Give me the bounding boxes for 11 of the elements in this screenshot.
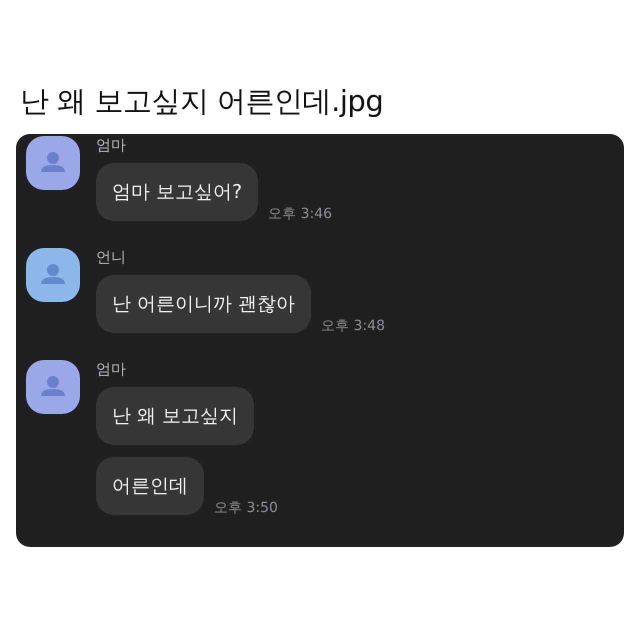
message-bubble: 엄마 보고싶어? (96, 163, 258, 221)
message-time: 오후 3:50 (214, 499, 278, 517)
message-bubble: 난 왜 보고싶지 (96, 387, 254, 445)
sender-name: 엄마 (96, 360, 127, 379)
message-time: 오후 3:48 (321, 317, 385, 335)
message-time: 오후 3:46 (268, 205, 332, 223)
sender-name: 언니 (96, 248, 127, 267)
message-bubble: 어른인데 (96, 457, 204, 515)
post-title: 난 왜 보고싶지 어른인데.jpg (19, 83, 384, 120)
message-bubble: 난 어른이니까 괜찮아 (96, 275, 312, 333)
sender-name: 엄마 (96, 136, 127, 155)
